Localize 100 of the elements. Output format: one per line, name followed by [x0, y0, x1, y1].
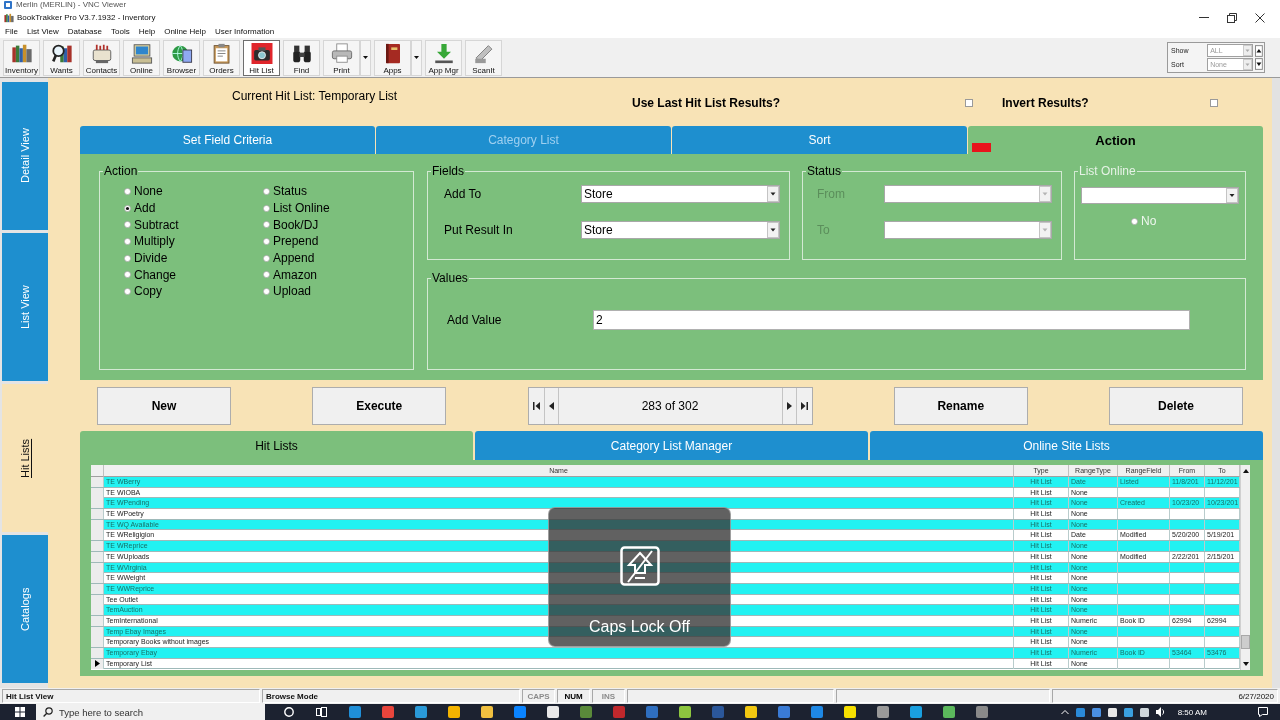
- tab[interactable]: Set Field Criteria: [80, 126, 375, 154]
- app-tile-icon[interactable]: [744, 706, 757, 718]
- toolbar-button[interactable]: ScanIt: [465, 39, 502, 76]
- spin-down-icon[interactable]: [1255, 58, 1263, 71]
- action-button[interactable]: Execute: [312, 387, 447, 425]
- caret-icon[interactable]: [767, 222, 779, 238]
- radio-button[interactable]: [263, 271, 270, 279]
- radio-button[interactable]: [124, 271, 131, 279]
- skip-to-start-icon[interactable]: [532, 402, 540, 410]
- menu-item[interactable]: List View: [26, 27, 59, 36]
- dropdown[interactable]: Store: [581, 221, 780, 239]
- app-tile-icon[interactable]: [810, 706, 823, 718]
- toolbar-button[interactable]: Contacts: [83, 39, 120, 76]
- toolbar-button[interactable]: Wants: [43, 39, 80, 76]
- caret-icon[interactable]: [1226, 188, 1238, 203]
- radio-button[interactable]: [263, 221, 270, 229]
- circle-icon[interactable]: [283, 707, 294, 717]
- sidebar-tab[interactable]: Detail View: [2, 82, 48, 230]
- app-tile-icon[interactable]: [711, 706, 724, 718]
- menu-item[interactable]: Database: [67, 27, 102, 36]
- app-tile-icon[interactable]: [678, 706, 691, 718]
- app-tile-icon[interactable]: [348, 706, 361, 718]
- app-tile-icon[interactable]: [447, 706, 460, 718]
- radio-button[interactable]: [124, 254, 131, 262]
- restore-icon[interactable]: [1227, 12, 1237, 23]
- radio-button[interactable]: [124, 187, 131, 195]
- action-button[interactable]: Delete: [1109, 387, 1243, 425]
- close-icon[interactable]: [1255, 12, 1265, 23]
- app-tile-icon[interactable]: [777, 706, 790, 718]
- windows-logo-icon[interactable]: [15, 707, 25, 717]
- app-tile-icon[interactable]: [414, 706, 427, 718]
- app-tile-icon[interactable]: [876, 706, 889, 718]
- next-icon[interactable]: [786, 402, 792, 410]
- action-button[interactable]: New: [97, 387, 231, 425]
- app-tile-icon[interactable]: [909, 706, 922, 718]
- radio-button[interactable]: [124, 237, 131, 245]
- radio-button[interactable]: [124, 287, 131, 295]
- tab[interactable]: Action: [968, 126, 1263, 154]
- menu-item[interactable]: File: [5, 27, 18, 36]
- tab[interactable]: Category List Manager: [475, 431, 868, 460]
- toolbar-button[interactable]: Find: [283, 39, 320, 76]
- previous-icon[interactable]: [548, 402, 554, 410]
- app-tile-icon[interactable]: [1091, 707, 1101, 717]
- radio-button[interactable]: [263, 204, 270, 212]
- app-tile-icon[interactable]: [480, 706, 493, 718]
- app-tile-icon[interactable]: [612, 706, 625, 718]
- app-tile-icon[interactable]: [1139, 707, 1149, 717]
- task-view-icon[interactable]: [316, 707, 327, 717]
- skip-to-end-icon[interactable]: [800, 402, 808, 410]
- app-tile-icon[interactable]: [381, 706, 394, 718]
- toolbar-button[interactable]: Print: [323, 39, 360, 76]
- chevron-up-icon[interactable]: [1060, 709, 1069, 715]
- sidebar-tab[interactable]: Hit Lists: [2, 384, 48, 532]
- caret-icon[interactable]: [767, 186, 779, 202]
- app-tile-icon[interactable]: [975, 706, 988, 718]
- tab[interactable]: Online Site Lists: [870, 431, 1263, 460]
- toolbar-button[interactable]: Browser: [163, 39, 200, 76]
- scroll-up-icon[interactable]: [1242, 469, 1249, 473]
- app-tile-icon[interactable]: [942, 706, 955, 718]
- tab[interactable]: Hit Lists: [80, 431, 473, 460]
- sidebar-tab[interactable]: List View: [2, 233, 48, 381]
- sidebar-tab[interactable]: Catalogs: [2, 535, 48, 683]
- toolbar-button[interactable]: Inventory: [3, 39, 40, 76]
- toolbar-button[interactable]: Orders: [203, 39, 240, 76]
- scrollbar-thumb[interactable]: [1241, 635, 1250, 649]
- toolbar-button[interactable]: App Mgr: [425, 39, 462, 76]
- menu-item[interactable]: Online Help: [164, 27, 206, 36]
- toolbar-button[interactable]: Online: [123, 39, 160, 76]
- scroll-down-icon[interactable]: [1242, 662, 1249, 666]
- speaker-icon[interactable]: [1155, 707, 1165, 717]
- radio-button[interactable]: [263, 187, 270, 195]
- radio-button[interactable]: [263, 254, 270, 262]
- app-tile-icon[interactable]: [1075, 707, 1085, 717]
- app-tile-icon[interactable]: [645, 706, 658, 718]
- tab[interactable]: Sort: [672, 126, 967, 154]
- radio-button[interactable]: [263, 237, 270, 245]
- spin-up-icon[interactable]: [1255, 44, 1263, 57]
- app-tile-icon[interactable]: [1123, 707, 1133, 717]
- message-icon[interactable]: [1258, 707, 1268, 717]
- dropdown-button[interactable]: [411, 39, 422, 76]
- app-tile-icon[interactable]: [843, 706, 856, 718]
- input-field[interactable]: 2: [593, 310, 1190, 330]
- search-field[interactable]: Type here to search: [36, 704, 265, 720]
- dropdown-button[interactable]: [360, 39, 371, 76]
- radio-button[interactable]: [124, 204, 131, 212]
- radio-button[interactable]: [124, 221, 131, 229]
- menu-item[interactable]: Help: [138, 27, 156, 36]
- app-tile-icon[interactable]: [513, 706, 526, 718]
- dropdown[interactable]: Store: [581, 185, 780, 203]
- menu-item[interactable]: Tools: [111, 27, 130, 36]
- checkbox[interactable]: [965, 99, 973, 107]
- checkbox[interactable]: [1210, 99, 1218, 107]
- app-tile-icon[interactable]: [1107, 707, 1117, 717]
- toolbar-button[interactable]: Hit List: [243, 39, 280, 76]
- menu-item[interactable]: User Information: [214, 27, 275, 36]
- toolbar-button[interactable]: Apps: [374, 39, 411, 76]
- app-tile-icon[interactable]: [579, 706, 592, 718]
- app-tile-icon[interactable]: [546, 706, 559, 718]
- action-button[interactable]: Rename: [893, 387, 1028, 425]
- radio-button[interactable]: [263, 287, 270, 295]
